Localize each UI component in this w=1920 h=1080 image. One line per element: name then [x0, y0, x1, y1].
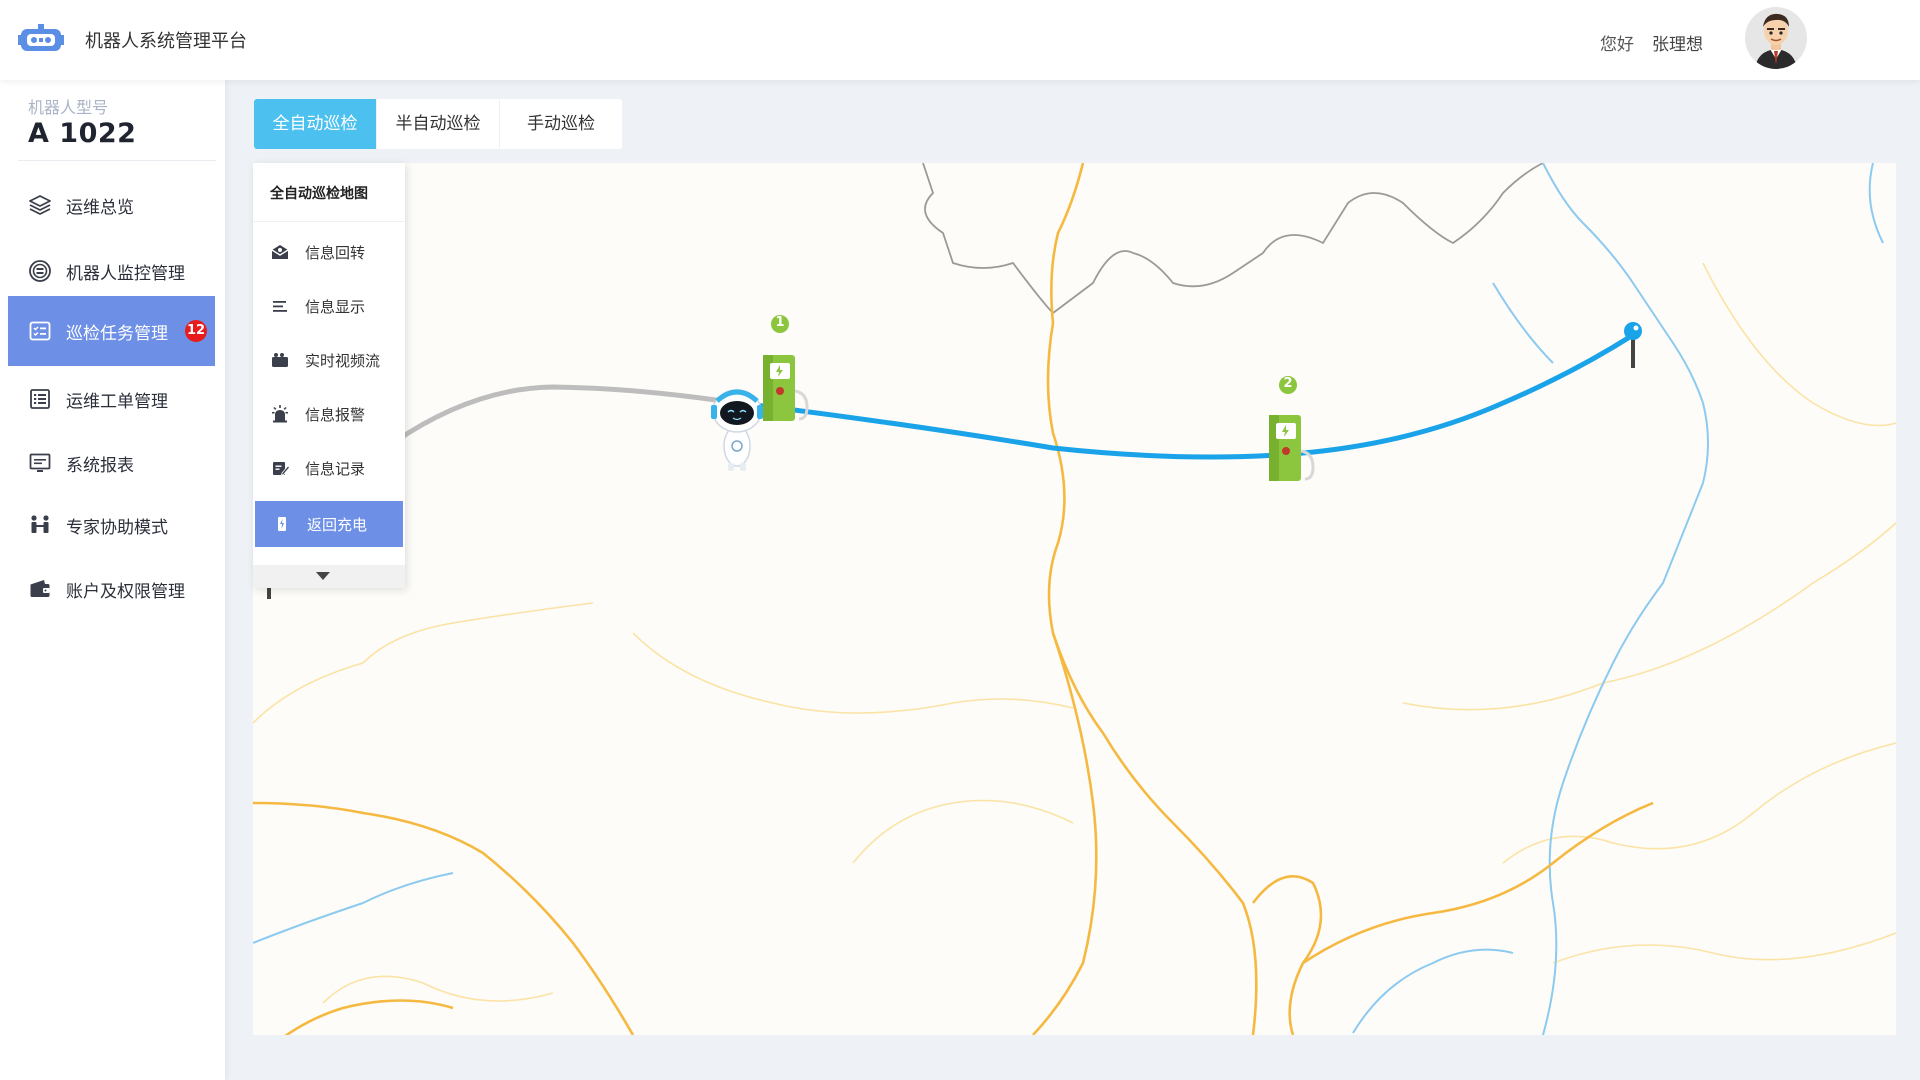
- note-edit-icon: [273, 462, 290, 476]
- report-screen-icon: [29, 453, 51, 472]
- sidebar-item-label: 巡检任务管理: [66, 323, 168, 344]
- avatar-illustration-icon: [1745, 7, 1807, 69]
- sidebar: 机器人型号 A 1022 运维总览 机器人监控管理 巡检任务管理 12 运维工单…: [0, 80, 225, 1080]
- charging-station-icon[interactable]: [1269, 415, 1315, 481]
- sidebar-item-work-orders[interactable]: 运维工单管理: [8, 366, 215, 432]
- robot-logo-icon[interactable]: [18, 24, 64, 54]
- minor-roads: [253, 262, 1896, 1004]
- tab-full-auto[interactable]: 全自动巡检: [254, 99, 377, 149]
- model-caption: 机器人型号: [28, 98, 109, 117]
- sidebar-item-label: 机器人监控管理: [66, 263, 185, 284]
- menu-expand-bar[interactable]: [253, 565, 405, 588]
- map-menu-title: 全自动巡检地图: [270, 186, 368, 202]
- sidebar-item-system-reports[interactable]: 系统报表: [8, 430, 215, 496]
- menu-item-return-charging[interactable]: 返回充电: [255, 501, 403, 547]
- menu-item-info-display[interactable]: 信息显示: [253, 283, 401, 329]
- rivers: [253, 163, 1884, 1035]
- greeting-text: 您好: [1600, 35, 1634, 55]
- wallet-icon: [30, 580, 50, 597]
- alarm-light-icon: [272, 405, 288, 423]
- inspection-mode-tabs: 全自动巡检 半自动巡检 手动巡检: [254, 99, 622, 149]
- task-count-badge: 12: [185, 320, 207, 342]
- station-number-label: 2: [1283, 376, 1293, 391]
- planned-route[interactable]: [720, 332, 1636, 460]
- user-name[interactable]: 张理想: [1652, 30, 1703, 55]
- menu-item-label: 返回充电: [307, 515, 368, 534]
- charging-icon: [278, 517, 286, 531]
- top-header: 机器人系统管理平台 您好 张理想: [0, 0, 1920, 80]
- blue-pin-icon[interactable]: [1624, 322, 1642, 368]
- video-camera-icon: [272, 353, 288, 367]
- sidebar-item-label: 账户及权限管理: [66, 581, 185, 602]
- menu-item-label: 信息报警: [305, 405, 366, 424]
- sidebar-item-expert-assist[interactable]: 专家协助模式: [8, 492, 215, 558]
- layers-icon: [29, 195, 51, 215]
- menu-item-label: 信息回转: [305, 243, 366, 262]
- caret-down-icon[interactable]: [315, 570, 331, 582]
- divider: [18, 160, 216, 161]
- major-roads: [253, 163, 1654, 1035]
- menu-item-label: 信息显示: [305, 297, 366, 316]
- tab-manual[interactable]: 手动巡检: [500, 99, 622, 149]
- station-number-label: 1: [775, 315, 785, 330]
- map-function-menu: 全自动巡检地图 信息回转 信息显示 实时视频流 信息报警 信息记录 返回充电: [253, 163, 405, 588]
- menu-item-label: 实时视频流: [305, 351, 381, 370]
- menu-item-info-alarm[interactable]: 信息报警: [253, 391, 401, 437]
- app-title: 机器人系统管理平台: [85, 31, 247, 52]
- envelope-open-icon: [271, 245, 289, 259]
- sidebar-item-label: 运维工单管理: [66, 391, 168, 412]
- admin-border: [922, 163, 1544, 315]
- expert-assist-icon: [31, 515, 49, 533]
- sidebar-item-robot-monitoring[interactable]: 机器人监控管理: [8, 238, 215, 304]
- menu-item-info-return[interactable]: 信息回转: [253, 229, 401, 275]
- work-order-icon: [30, 389, 50, 409]
- sidebar-item-label: 系统报表: [66, 455, 134, 476]
- divider: [253, 221, 405, 222]
- sidebar-item-operations-overview[interactable]: 运维总览: [8, 172, 215, 238]
- map-canvas[interactable]: [253, 163, 1896, 1035]
- menu-item-label: 信息记录: [305, 459, 366, 478]
- menu-item-info-record[interactable]: 信息记录: [253, 445, 401, 491]
- sidebar-item-inspection-tasks[interactable]: 巡检任务管理 12: [8, 296, 215, 366]
- tab-semi-auto[interactable]: 半自动巡检: [377, 99, 500, 149]
- model-value: A 1022: [28, 118, 137, 149]
- sidebar-item-label: 专家协助模式: [66, 517, 168, 538]
- sidebar-item-account-permissions[interactable]: 账户及权限管理: [8, 556, 215, 622]
- menu-item-live-video[interactable]: 实时视频流: [253, 337, 401, 383]
- sidebar-item-label: 运维总览: [66, 197, 134, 218]
- robot-icon[interactable]: [711, 389, 763, 471]
- task-list-icon: [29, 321, 51, 341]
- inspection-map[interactable]: 1 2: [253, 163, 1896, 1035]
- user-avatar[interactable]: [1745, 7, 1807, 69]
- lines-icon: [273, 301, 287, 312]
- monitor-circle-icon: [29, 260, 51, 282]
